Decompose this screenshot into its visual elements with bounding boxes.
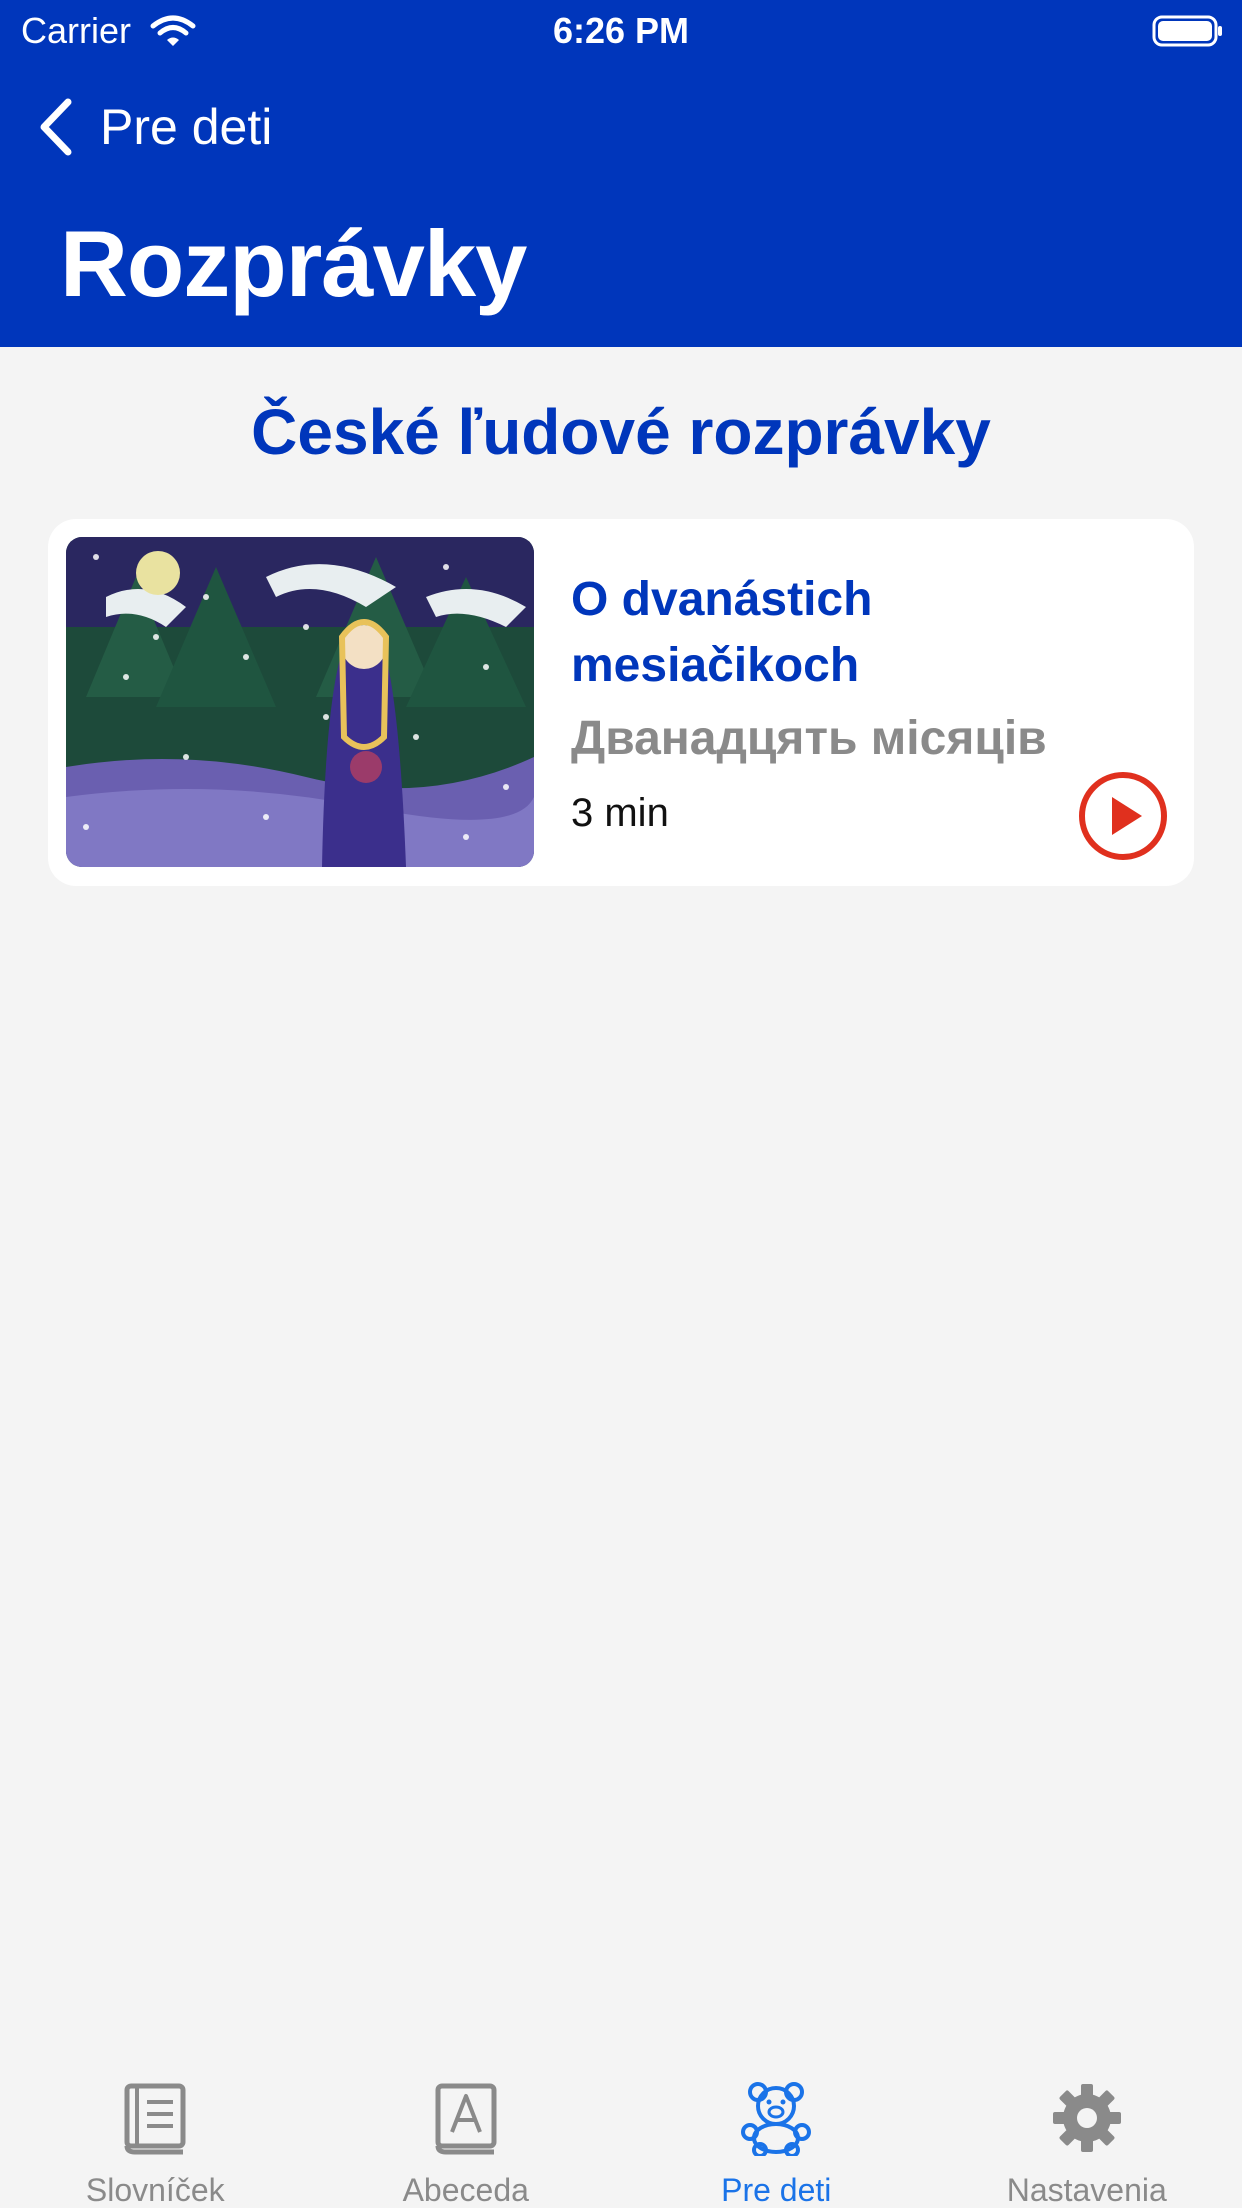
tab-label-slovnicek: Slovníček — [85, 2172, 225, 2208]
story-subtitle: Дванадцять місяців — [571, 712, 1047, 765]
navigation-header: Carrier 6:26 PM Pre deti Rozprávky — [0, 0, 1242, 347]
story-duration: 3 min — [571, 791, 669, 835]
tab-label-abeceda: Abeceda — [402, 2172, 529, 2208]
story-card[interactable]: O dvanástich mesiačikoch Дванадцять міся… — [48, 519, 1194, 886]
tab-nastavenia[interactable]: Nastavenia — [932, 2040, 1242, 2208]
tab-slovnicek[interactable]: Slovníček — [0, 2040, 311, 2208]
play-button[interactable] — [1078, 771, 1168, 861]
alphabet-book-icon — [435, 2083, 497, 2155]
back-button-label: Pre deti — [100, 99, 273, 155]
tab-label-nastavenia: Nastavenia — [1006, 2172, 1167, 2208]
chevron-left-icon — [40, 98, 72, 156]
teddy-bear-icon — [741, 2082, 812, 2156]
back-button[interactable]: Pre deti — [36, 92, 272, 162]
tab-label-pre-deti: Pre deti — [721, 2172, 832, 2208]
story-title: O dvanástich mesiačikoch — [571, 573, 873, 692]
tab-pre-deti[interactable]: Pre deti — [621, 2040, 932, 2208]
book-icon — [124, 2083, 186, 2155]
tab-abeceda[interactable]: Abeceda — [311, 2040, 622, 2208]
gear-icon — [1052, 2084, 1121, 2152]
tab-bar: Slovníček Abeceda Pre deti Nastavenia — [0, 2040, 1242, 2208]
battery-icon — [1152, 15, 1222, 47]
status-time: 6:26 PM — [552, 10, 690, 51]
status-bar: Carrier 6:26 PM — [0, 0, 1242, 62]
page-title: Rozprávky — [60, 211, 527, 316]
section-title: České ľudové rozprávky — [251, 396, 991, 468]
story-illustration — [66, 537, 534, 867]
